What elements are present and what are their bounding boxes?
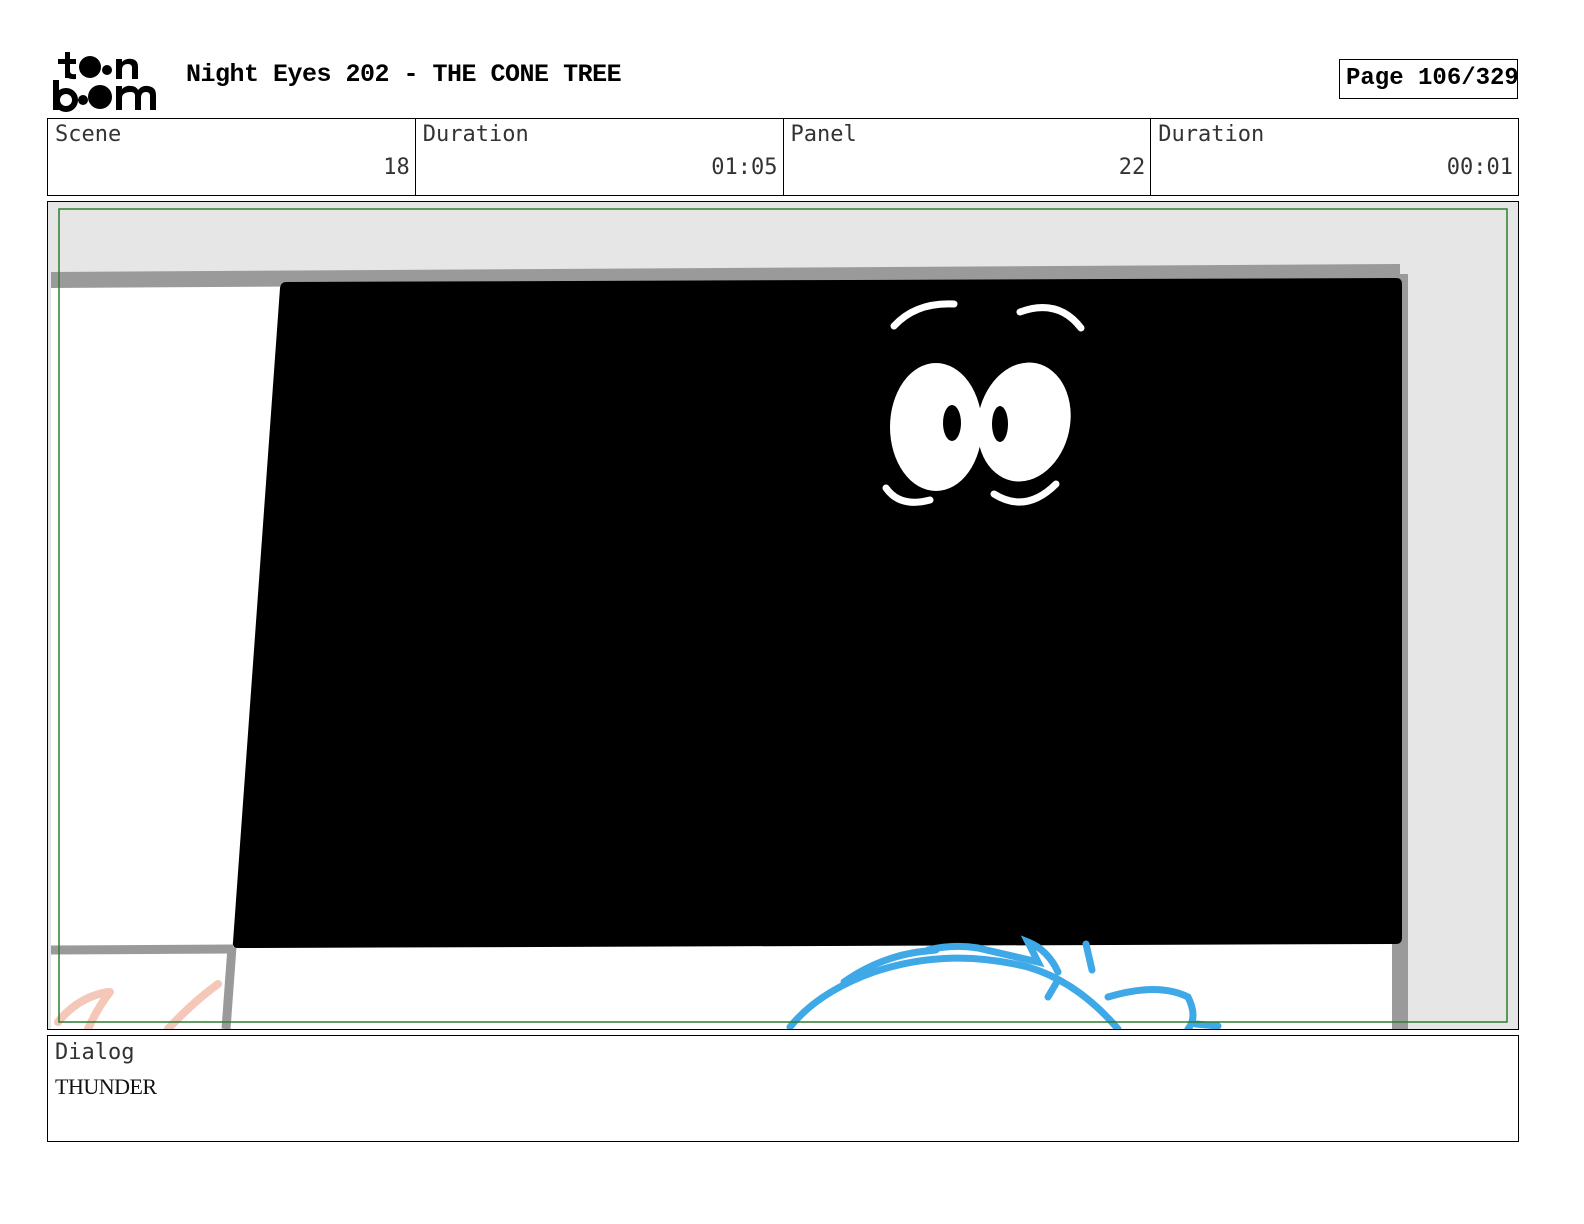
scene-duration-cell: Duration 01:05: [416, 119, 784, 195]
scene-duration-label: Duration: [422, 122, 529, 147]
dark-window: [232, 278, 1402, 948]
page-number-label: Page 106/329: [1346, 65, 1519, 92]
panel-cell: Panel 22: [784, 119, 1152, 195]
floor-line: [50, 944, 234, 955]
scene-value: 18: [383, 155, 410, 180]
page-indicator: Page 106/329: [1339, 59, 1519, 99]
scene-info-row: Scene 18 Duration 01:05 Panel 22 Duratio…: [47, 118, 1519, 196]
scene-cell: Scene 18: [48, 119, 416, 195]
panel-label: Panel: [790, 122, 857, 147]
floor-corner-line: [221, 946, 237, 1029]
panel-duration-label: Duration: [1158, 122, 1265, 147]
panel-value: 22: [1118, 155, 1146, 180]
dialog-label: Dialog: [55, 1040, 135, 1065]
panel-duration-cell: Duration 00:01: [1151, 119, 1518, 195]
scene-label: Scene: [55, 122, 122, 147]
document-title: Night Eyes 202 - THE CONE TREE: [186, 60, 622, 89]
dialog-text: THUNDER: [55, 1074, 157, 1099]
scene-duration-value: 01:05: [711, 155, 778, 180]
toon-boom-logo-icon: [53, 52, 156, 112]
storyboard-panel-frame: [47, 201, 1519, 1030]
toon-boom-logo: [52, 50, 164, 112]
storyboard-panel-drawing: [48, 202, 1518, 1029]
dialog-box: Dialog THUNDER: [47, 1035, 1519, 1142]
panel-duration-value: 00:01: [1446, 155, 1513, 180]
